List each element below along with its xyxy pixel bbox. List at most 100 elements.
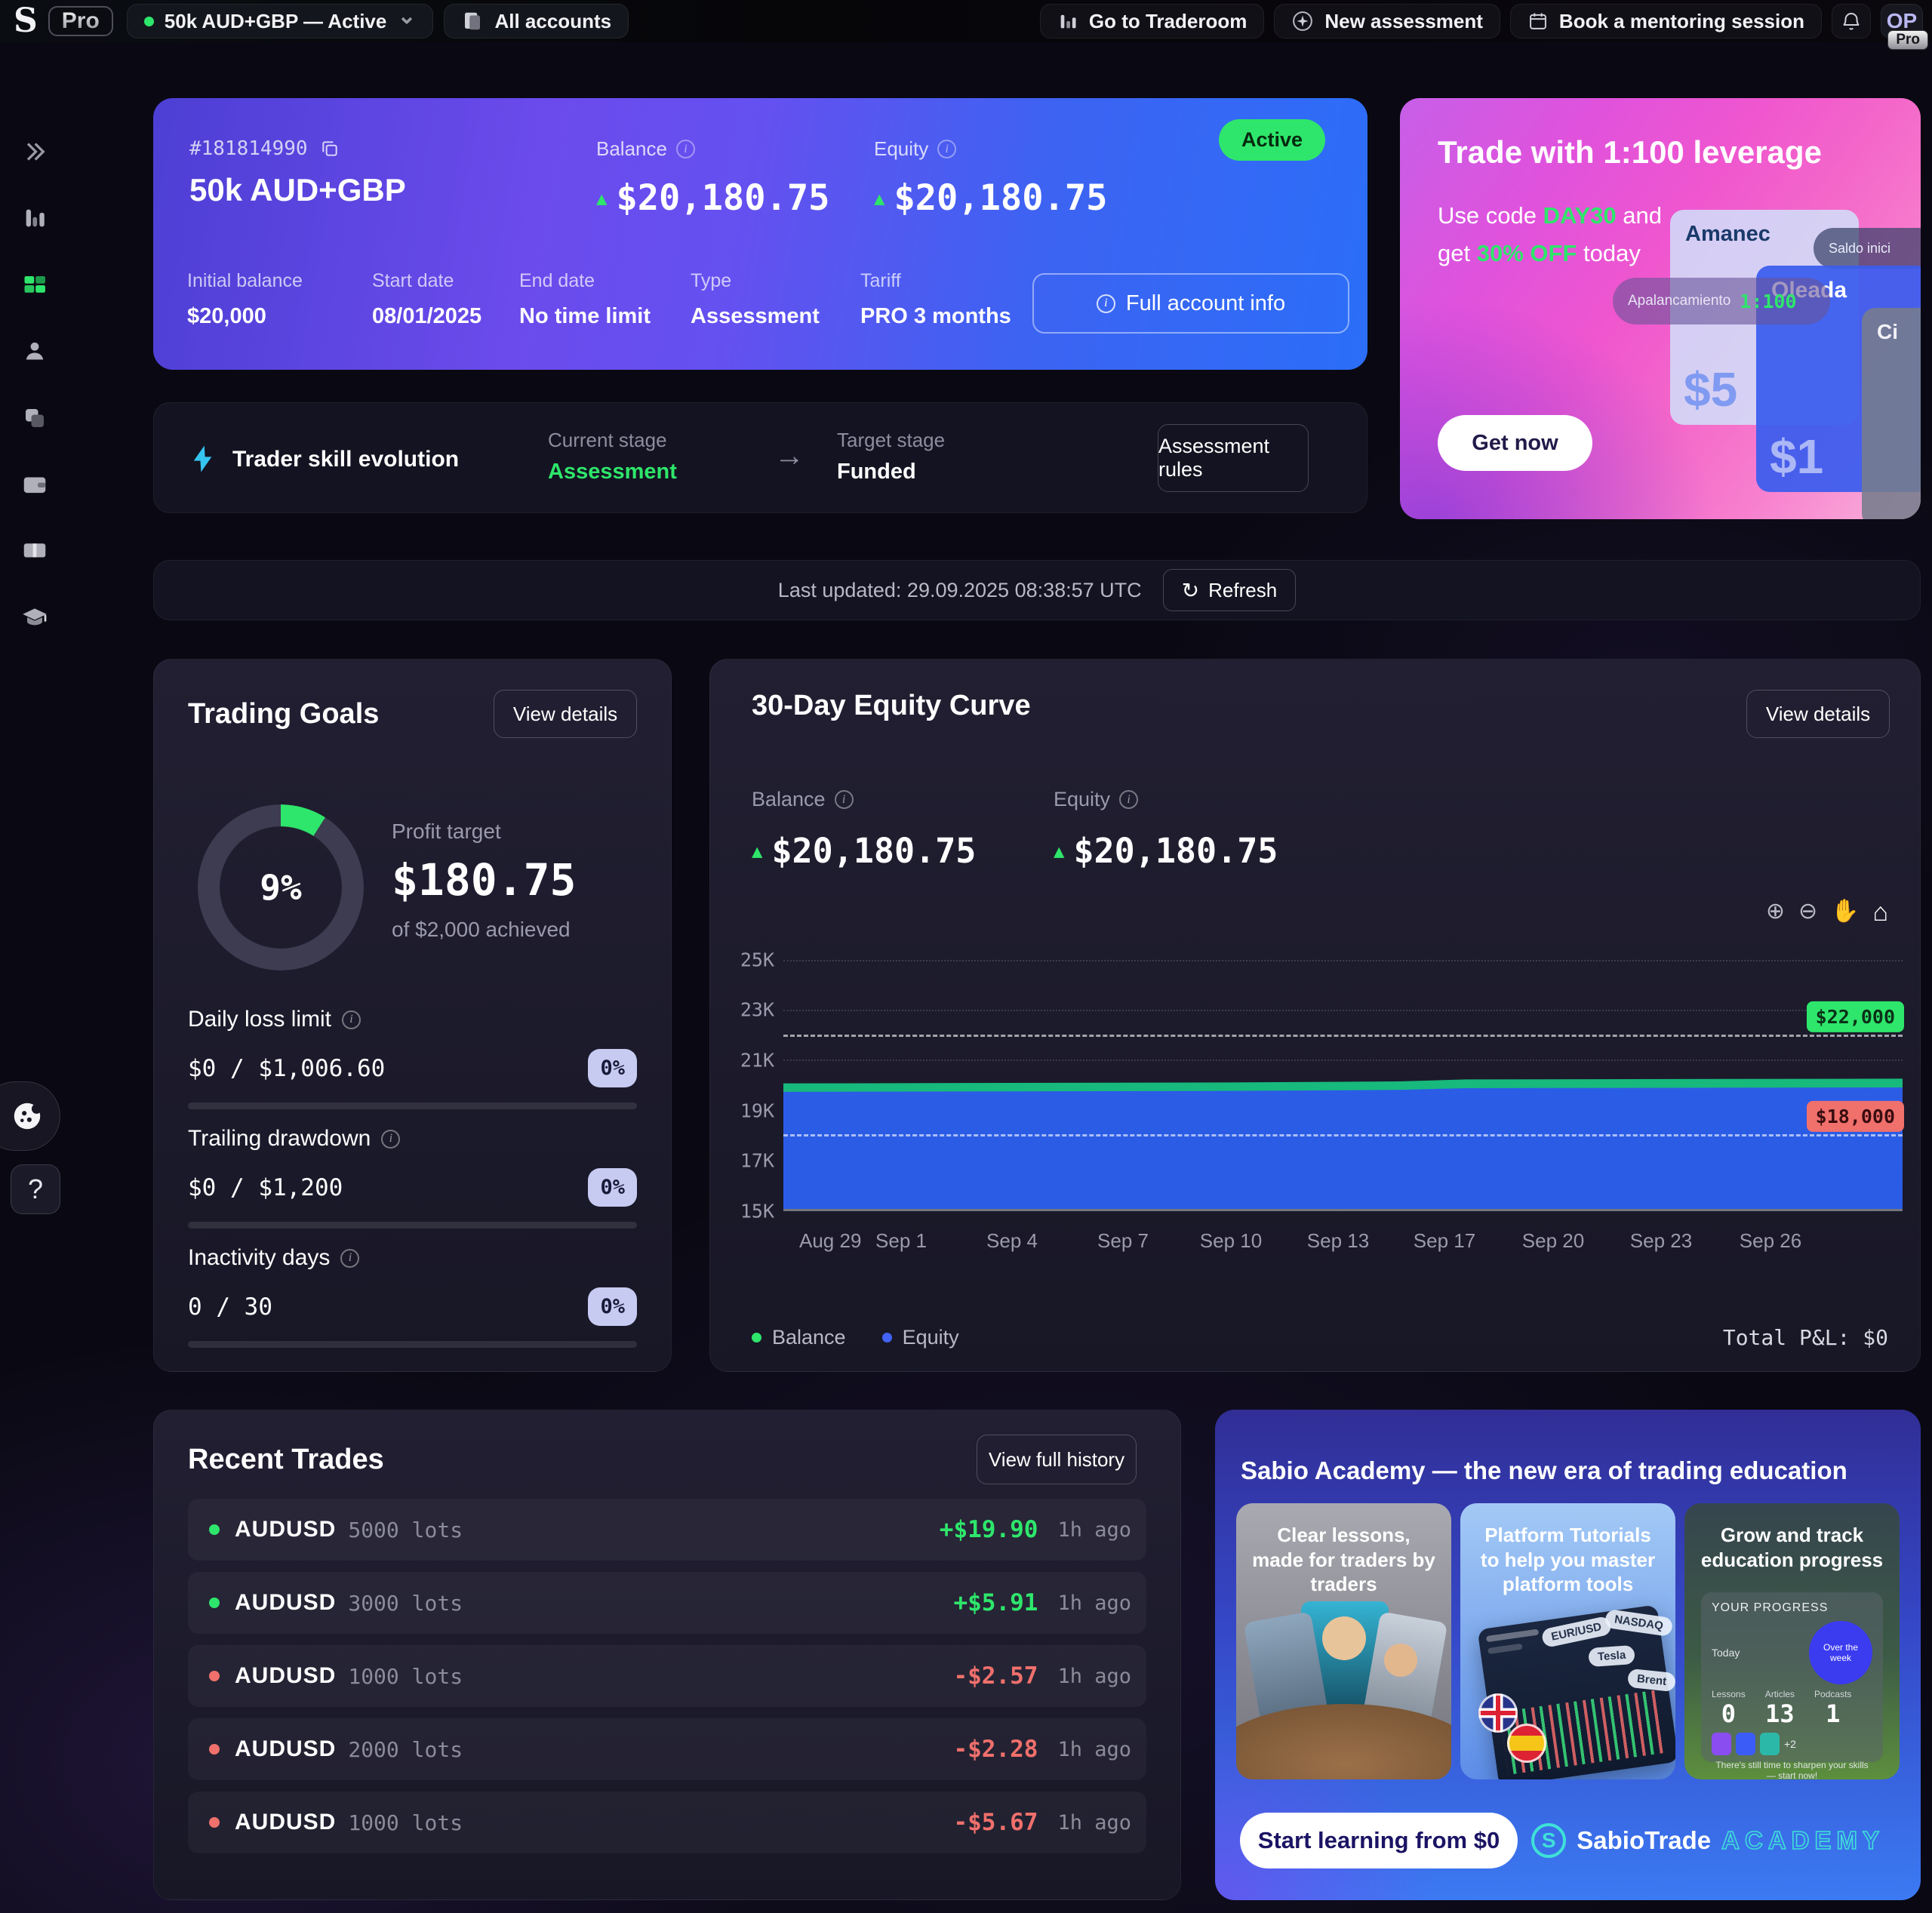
stat-end-date: End date No time limit <box>519 270 651 329</box>
equity-view-details-button[interactable]: View details <box>1746 690 1890 738</box>
promo-code: DAY30 <box>1543 202 1617 229</box>
sidebar-item-dashboard-active[interactable] <box>18 269 51 302</box>
uk-flag-icon <box>1478 1693 1518 1733</box>
help-button[interactable]: ? <box>11 1164 60 1214</box>
sabiotrade-logo[interactable]: S <box>14 5 38 38</box>
info-icon[interactable] <box>676 140 695 158</box>
info-icon[interactable] <box>342 1010 361 1029</box>
chart-equity-value: $20,180.75 <box>1073 831 1278 871</box>
sidebar-item-wallet[interactable] <box>18 468 51 501</box>
book-mentoring-button[interactable]: Book a mentoring session <box>1510 4 1822 38</box>
legend-dot <box>882 1333 892 1342</box>
reset-home-icon[interactable]: ⌂ <box>1872 898 1888 927</box>
info-icon[interactable] <box>835 790 854 809</box>
equity-chart-plot[interactable]: $22,000 $18,000 <box>783 960 1903 1211</box>
y-tick: 15K <box>740 1201 774 1223</box>
new-assessment-button[interactable]: New assessment <box>1274 4 1500 38</box>
all-accounts-button[interactable]: All accounts <box>444 4 629 38</box>
trade-row[interactable]: AUDUSD 5000 lots +$19.90 1h ago <box>188 1499 1146 1561</box>
metric-trailing-drawdown: Trailing drawdown $0 / $1,2000% <box>188 1126 637 1229</box>
user-avatar[interactable]: OP Pro <box>1881 4 1923 38</box>
x-tick: Sep 26 <box>1740 1229 1801 1253</box>
progress-track <box>188 1341 637 1348</box>
academy-title: Sabio Academy — the new era of trading e… <box>1241 1456 1905 1485</box>
go-to-traderoom-label: Go to Traderoom <box>1089 10 1247 33</box>
sidebar-item-stats[interactable] <box>18 201 51 235</box>
pan-hand-icon[interactable]: ✋ <box>1831 898 1859 927</box>
promo-discount: 30% OFF <box>1477 240 1577 266</box>
last-updated-bar: Last updated: 29.09.2025 08:38:57 UTC Re… <box>153 560 1921 620</box>
badge-icon <box>1760 1733 1780 1755</box>
x-tick: Sep 10 <box>1200 1229 1262 1253</box>
info-icon[interactable] <box>1119 790 1138 809</box>
sidebar-item-accounts[interactable] <box>18 401 51 435</box>
target-stage: Target stage Funded <box>837 429 945 484</box>
assessment-rules-button[interactable]: Assessment rules <box>1158 424 1309 492</box>
graduation-cap-icon <box>20 602 50 632</box>
book-mentoring-label: Book a mentoring session <box>1559 10 1804 33</box>
full-account-info-button[interactable]: Full account info <box>1032 273 1349 334</box>
layers-copy-icon <box>21 404 48 432</box>
sidebar-expand-button[interactable] <box>18 135 51 168</box>
decorative-ui-line <box>1487 1644 1523 1654</box>
trade-row[interactable]: AUDUSD 2000 lots -$2.28 1h ago <box>188 1718 1146 1780</box>
sidebar-item-academy[interactable] <box>18 601 51 634</box>
info-icon[interactable] <box>340 1249 359 1268</box>
sabiotrade-academy-logo: S SabioTrade ACADEMY <box>1531 1823 1884 1858</box>
profit-target-block: Profit target $180.75 of $2,000 achieved <box>392 820 576 942</box>
recent-trades-title: Recent Trades <box>188 1444 384 1476</box>
trade-row[interactable]: AUDUSD 3000 lots +$5.91 1h ago <box>188 1572 1146 1634</box>
trade-row[interactable]: AUDUSD 1000 lots -$5.67 1h ago <box>188 1792 1146 1853</box>
refresh-button[interactable]: Refresh <box>1163 569 1297 611</box>
notifications-button[interactable] <box>1832 4 1871 38</box>
legend-equity[interactable]: Equity <box>882 1326 959 1349</box>
y-tick: 21K <box>740 1050 774 1072</box>
trade-row[interactable]: AUDUSD 1000 lots -$2.57 1h ago <box>188 1645 1146 1707</box>
start-learning-button[interactable]: Start learning from $0 <box>1240 1813 1518 1868</box>
user-icon <box>21 338 48 365</box>
your-progress-widget: YOUR PROGRESS Today Over the week Lesson… <box>1701 1592 1883 1762</box>
legend-balance[interactable]: Balance <box>752 1326 846 1349</box>
trades-list: AUDUSD 5000 lots +$19.90 1h ago AUDUSD 3… <box>188 1499 1146 1865</box>
goals-view-details-button[interactable]: View details <box>494 690 637 738</box>
go-to-traderoom-button[interactable]: Go to Traderoom <box>1040 4 1264 38</box>
account-id: #181814990 <box>189 137 308 160</box>
tag-tesla: Tesla <box>1588 1645 1635 1667</box>
trade-direction-dot <box>209 1598 220 1608</box>
zoom-in-icon[interactable]: ⊕ <box>1766 898 1785 927</box>
progress-stats: Lessons0 Articles13 Podcasts1 <box>1712 1689 1872 1728</box>
equity-curve-card: 30-Day Equity Curve View details Balance… <box>709 659 1921 1372</box>
sidebar-item-payments[interactable] <box>18 534 51 567</box>
badge-icon <box>1736 1733 1755 1755</box>
copy-icon[interactable] <box>320 139 340 158</box>
account-selector[interactable]: 50k AUD+GBP — Active <box>127 4 434 38</box>
profit-progress-percent: 9% <box>198 804 364 970</box>
account-selector-label: 50k AUD+GBP — Active <box>165 10 387 33</box>
gridline <box>783 1060 1903 1061</box>
up-arrow-icon <box>752 841 762 862</box>
academy-banner: Sabio Academy — the new era of trading e… <box>1215 1410 1921 1900</box>
academy-card-tutorials[interactable]: Platform Tutorials to help you master pl… <box>1460 1503 1675 1779</box>
skill-title: Trader skill evolution <box>232 447 459 472</box>
zoom-out-icon[interactable]: ⊖ <box>1798 898 1817 927</box>
y-tick: 23K <box>740 999 774 1021</box>
up-arrow-icon <box>874 188 884 209</box>
new-assessment-label: New assessment <box>1324 10 1483 33</box>
x-tick: Sep 1 <box>875 1229 927 1253</box>
grid-icon <box>21 272 48 299</box>
academy-card-lessons[interactable]: Clear lessons, made for traders by trade… <box>1236 1503 1451 1779</box>
info-icon[interactable] <box>937 140 956 158</box>
metric-inactivity-days: Inactivity days 0 / 300% <box>188 1245 637 1348</box>
profit-target-line: $22,000 <box>783 1035 1903 1037</box>
info-icon[interactable] <box>381 1130 400 1149</box>
balance-label: Balance <box>596 137 667 161</box>
decorative-face <box>1384 1644 1417 1677</box>
last-updated-text: Last updated: 29.09.2025 08:38:57 UTC <box>778 579 1142 602</box>
get-now-button[interactable]: Get now <box>1438 415 1592 471</box>
calendar-icon <box>1527 11 1549 32</box>
academy-card-progress[interactable]: Grow and track education progress YOUR P… <box>1684 1503 1900 1779</box>
sidebar-item-profile[interactable] <box>18 335 51 368</box>
full-account-info-label: Full account info <box>1126 291 1285 316</box>
promo-mini-card-ci: Ci <box>1862 308 1921 519</box>
view-full-history-button[interactable]: View full history <box>977 1435 1137 1484</box>
